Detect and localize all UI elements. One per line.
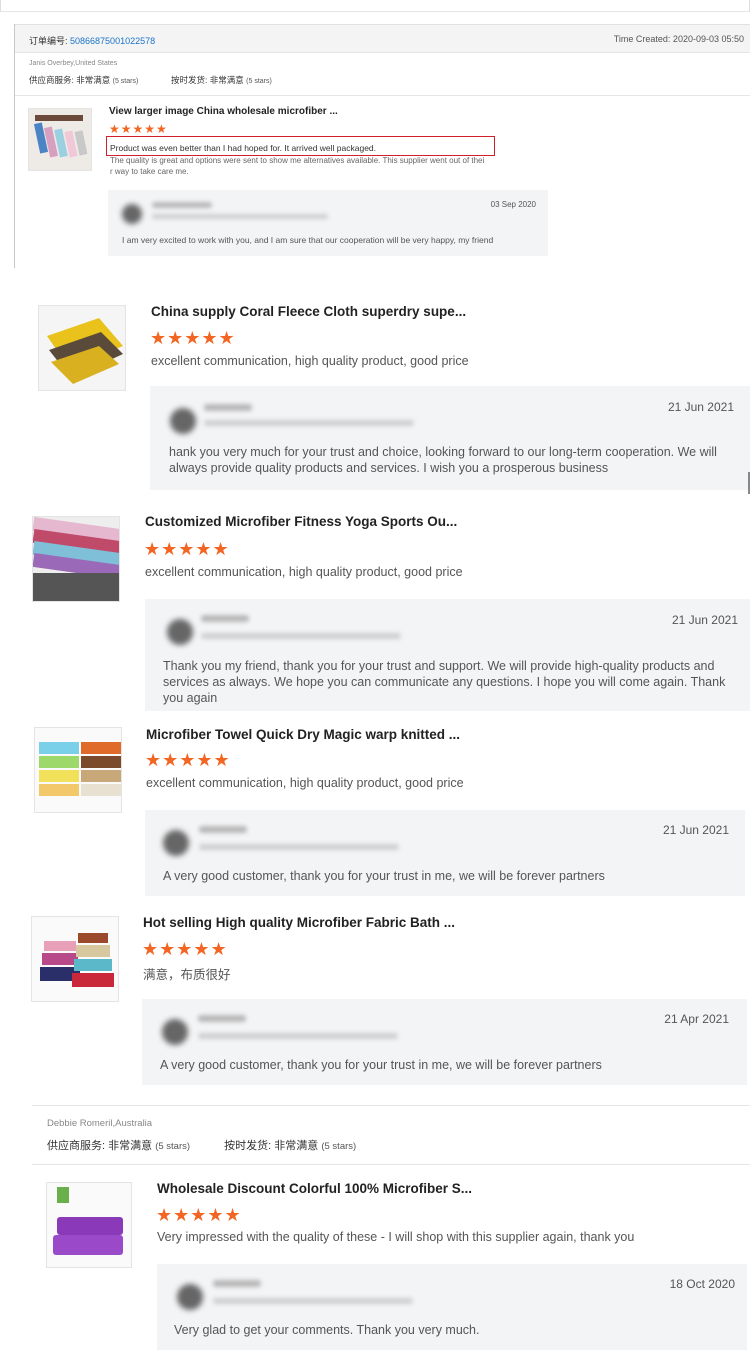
reply-text: I am very excited to work with you, and …	[122, 235, 494, 245]
reply-text: A very good customer, thank you for your…	[163, 869, 605, 883]
reply-text: Very glad to get your comments. Thank yo…	[174, 1323, 480, 1337]
star-rating: ★★★★★	[150, 328, 236, 348]
reply-date: 21 Jun 2021	[667, 400, 734, 414]
product-thumbnail[interactable]	[34, 727, 122, 813]
product-title[interactable]: Hot selling High quality Microfiber Fabr…	[143, 915, 455, 930]
order-number-label: 订单编号: 50866875001022578	[29, 36, 156, 46]
blurred-name	[201, 615, 249, 622]
blurred-name	[199, 826, 247, 833]
avatar	[122, 204, 142, 224]
card-edge	[14, 24, 15, 268]
buyer-ratings: 供应商服务: 非常满意 (5 stars) 按时发货: 非常满意 (5 star…	[29, 75, 272, 85]
supplier-reply: 21 Jun 2021 hank you very much for your …	[150, 386, 750, 490]
avatar	[167, 619, 193, 645]
reply-date: 21 Jun 2021	[662, 823, 729, 837]
supplier-reply: 21 Apr 2021 A very good customer, thank …	[142, 999, 747, 1085]
star-rating: ★★★★★	[145, 750, 231, 770]
blurred-company	[198, 1033, 398, 1039]
review-text: 满意，布质很好	[143, 968, 231, 982]
supplier-reply: 21 Jun 2021 A very good customer, thank …	[145, 810, 745, 896]
blurred-name	[152, 202, 212, 208]
review-text: excellent communication, high quality pr…	[146, 776, 464, 790]
review-text-line: r way to take care me.	[110, 167, 189, 176]
reply-date: 21 Jun 2021	[671, 613, 738, 627]
star-rating: ★★★★★	[142, 939, 228, 959]
avatar	[162, 1019, 188, 1045]
divider	[15, 95, 750, 96]
blurred-company	[213, 1298, 413, 1304]
avatar	[170, 408, 196, 434]
blurred-name	[213, 1280, 261, 1287]
product-title[interactable]: China supply Coral Fleece Cloth superdry…	[151, 304, 466, 319]
reply-text: hank you very much for your trust and ch…	[169, 445, 717, 475]
product-title[interactable]: Customized Microfiber Fitness Yoga Sport…	[145, 514, 457, 529]
order-number-link[interactable]: 50866875001022578	[70, 36, 155, 46]
blurred-company	[152, 214, 328, 219]
reply-text: A very good customer, thank you for your…	[160, 1058, 602, 1072]
reply-text: Thank you my friend, thank you for your …	[163, 659, 726, 705]
blurred-name	[198, 1015, 246, 1022]
review-text: Very impressed with the quality of these…	[157, 1230, 635, 1244]
highlight-box	[106, 136, 495, 156]
blurred-company	[204, 420, 414, 426]
product-thumbnail[interactable]	[38, 305, 126, 391]
star-rating: ★★★★★	[109, 122, 168, 136]
product-title[interactable]: Wholesale Discount Colorful 100% Microfi…	[157, 1181, 472, 1196]
product-thumbnail[interactable]	[31, 916, 119, 1002]
top-strip	[0, 0, 750, 12]
product-thumbnail[interactable]	[46, 1182, 132, 1268]
order-time-created: Time Created: 2020-09-03 05:50	[613, 34, 744, 44]
buyer-name: Janis Overbey,United States	[29, 60, 118, 67]
product-thumbnail[interactable]	[28, 108, 92, 171]
product-title[interactable]: Microfiber Towel Quick Dry Magic warp kn…	[146, 727, 460, 742]
blurred-company	[199, 844, 399, 850]
review-text-line: The quality is great and options were se…	[110, 156, 485, 165]
review-text: excellent communication, high quality pr…	[151, 354, 469, 368]
supplier-reply: 03 Sep 2020 I am very excited to work wi…	[108, 190, 548, 256]
reply-date: 18 Oct 2020	[669, 1277, 735, 1291]
reply-date: 03 Sep 2020	[490, 200, 536, 209]
star-rating: ★★★★★	[144, 539, 230, 559]
supplier-reply: 21 Jun 2021 Thank you my friend, thank y…	[145, 599, 750, 711]
supplier-reply: 18 Oct 2020 Very glad to get your commen…	[157, 1264, 747, 1350]
avatar	[163, 830, 189, 856]
divider	[32, 1105, 750, 1106]
blurred-name	[204, 404, 252, 411]
star-rating: ★★★★★	[156, 1205, 242, 1225]
reply-date: 21 Apr 2021	[664, 1012, 729, 1026]
buyer-ratings: 供应商服务: 非常满意 (5 stars) 按时发货: 非常满意 (5 star…	[47, 1140, 357, 1152]
avatar	[177, 1284, 203, 1310]
review-text: excellent communication, high quality pr…	[145, 565, 463, 579]
product-title[interactable]: View larger image China wholesale microf…	[109, 106, 338, 117]
product-thumbnail[interactable]	[32, 516, 120, 602]
order-header: 订单编号: 50866875001022578 Time Created: 20…	[15, 25, 750, 53]
blurred-company	[201, 633, 401, 639]
divider	[32, 1164, 750, 1165]
buyer-name: Debbie Romeril,Australia	[47, 1118, 153, 1129]
